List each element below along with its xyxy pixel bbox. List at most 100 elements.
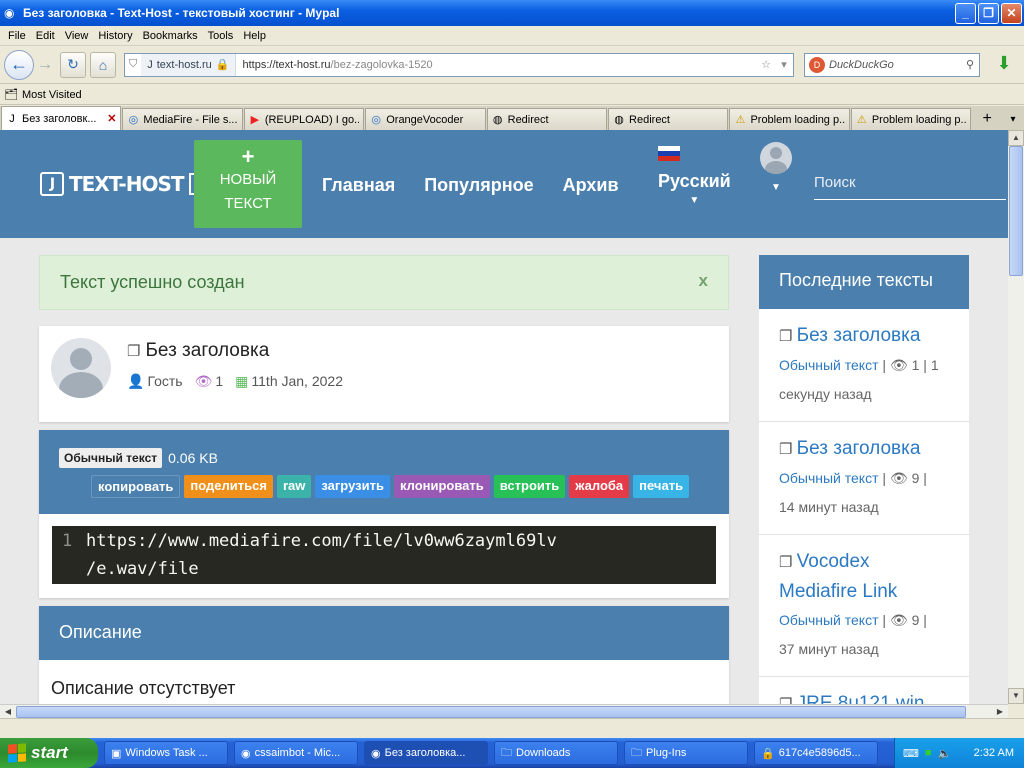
close-button[interactable]: ✕	[1001, 2, 1022, 24]
new-tab-button[interactable]: +	[976, 108, 998, 130]
nav-popular-link[interactable]: Популярное	[424, 175, 533, 196]
clone-button[interactable]: клонировать	[393, 475, 490, 498]
chevron-down-icon: ▼	[771, 182, 781, 193]
navigation-toolbar: ← → ↻ ⌂ ⛉ J text-host.ru 🔒 https://text-…	[0, 46, 1024, 84]
shield-icon[interactable]: ⛉	[125, 58, 141, 71]
duckduckgo-icon[interactable]: D	[809, 56, 825, 73]
share-button[interactable]: поделиться	[184, 475, 273, 498]
recent-paste-item: ❐ Vocodex Mediafire Link Обычный текст |…	[759, 535, 969, 677]
recent-paste-item: ❐ Без заголовка Обычный текст | 👁 1 | 1 …	[759, 309, 969, 422]
recent-paste-type[interactable]: Обычный текст	[779, 357, 879, 373]
copy-button[interactable]: копировать	[91, 475, 181, 498]
home-button[interactable]: ⌂	[90, 51, 116, 78]
recent-paste-title[interactable]: ❐ Vocodex Mediafire Link	[779, 547, 949, 606]
paste-date: ▦ 11th Jan, 2022	[235, 373, 343, 389]
taskbar-item-downloads[interactable]: 🗀 Downloads	[494, 741, 618, 765]
tab-problem-2[interactable]: ⚠ Problem loading p...	[850, 108, 972, 130]
recent-paste-ago: 14 минут назад	[779, 499, 879, 515]
scroll-right-icon[interactable]: ▶	[992, 705, 1008, 719]
tab-youtube[interactable]: ▶ (REUPLOAD) I go...	[243, 108, 365, 130]
tab-orangevocoder[interactable]: ◎ OrangeVocoder	[365, 108, 486, 130]
recent-paste-title[interactable]: ❐ Без заголовка	[779, 321, 949, 351]
vertical-scrollbar[interactable]: ▲ ▼	[1008, 130, 1024, 704]
site-favicon-icon: J	[147, 58, 153, 71]
keyboard-icon[interactable]: ⌨	[903, 747, 919, 760]
taskbar-item-browser[interactable]: ◉ Без заголовка...	[364, 741, 488, 765]
search-icon[interactable]: ⚲	[966, 58, 974, 71]
search-engine-placeholder: DuckDuckGo	[829, 58, 894, 71]
back-button[interactable]: ←	[4, 49, 34, 80]
scroll-left-icon[interactable]: ◀	[0, 705, 16, 719]
download-icon[interactable]: ⬇	[992, 53, 1016, 77]
recent-pastes-sidebar: Последние тексты ❐ Без заголовка Обычный…	[759, 255, 969, 704]
site-identity[interactable]: J text-host.ru 🔒	[141, 53, 237, 76]
tab-redirect-2[interactable]: ◍ Redirect	[608, 108, 729, 130]
menu-file[interactable]: File	[3, 30, 31, 42]
taskbar-item-file[interactable]: 🔒 617c4e5896d5...	[754, 741, 878, 765]
start-button[interactable]: start	[0, 738, 98, 768]
tab-current[interactable]: J Без заголовк... ✕	[1, 106, 122, 130]
bookmark-star-icon[interactable]: ☆	[757, 58, 775, 71]
user-menu[interactable]: ▼	[760, 142, 792, 193]
recent-paste-type[interactable]: Обычный текст	[779, 470, 879, 486]
eye-icon: 👁	[889, 470, 908, 486]
recent-paste-ago: 37 минут назад	[779, 641, 879, 657]
nav-archive-link[interactable]: Архив	[563, 175, 619, 196]
alert-message: Текст успешно создан	[60, 272, 245, 292]
recent-paste-title[interactable]: ❐ Без заголовка	[779, 434, 949, 464]
search-bar[interactable]: D DuckDuckGo ⚲	[804, 52, 980, 77]
reload-button[interactable]: ↻	[60, 51, 86, 78]
taskbar-item-task-manager[interactable]: ▣ Windows Task ...	[104, 741, 228, 765]
menu-history[interactable]: History	[93, 30, 137, 42]
new-text-button[interactable]: + НОВЫЙ ТЕКСТ	[194, 140, 302, 228]
menu-bookmarks[interactable]: Bookmarks	[138, 30, 203, 42]
embed-button[interactable]: встроить	[493, 475, 566, 498]
report-button[interactable]: жалоба	[569, 475, 630, 498]
code-block[interactable]: 1 https://www.mediafire.com/file/lv0ww6z…	[52, 526, 716, 584]
scroll-down-icon[interactable]: ▼	[1008, 688, 1024, 704]
user-icon: 👤	[127, 373, 145, 389]
tab-close-icon[interactable]: ✕	[107, 112, 116, 125]
print-button[interactable]: печать	[633, 475, 690, 498]
url-bar[interactable]: ⛉ J text-host.ru 🔒 https://text-host.ru/…	[124, 52, 794, 77]
menu-edit[interactable]: Edit	[31, 30, 60, 42]
minimize-button[interactable]: _	[955, 2, 976, 24]
download-button[interactable]: загрузить	[315, 475, 390, 498]
menu-view[interactable]: View	[60, 30, 94, 42]
scroll-up-icon[interactable]: ▲	[1008, 130, 1024, 146]
globe-icon: ◍	[492, 113, 503, 126]
recent-paste-ago: секунду назад	[779, 386, 872, 402]
taskbar-item-cssaimbot[interactable]: ◉ cssaimbot - Mic...	[234, 741, 358, 765]
paste-views: 👁 1	[194, 373, 224, 389]
forward-button[interactable]: →	[34, 51, 56, 79]
speaker-icon[interactable]: 🔈	[938, 747, 952, 760]
raw-button[interactable]: raw	[276, 475, 312, 498]
eye-icon: 👁	[889, 357, 908, 373]
scroll-thumb[interactable]	[16, 706, 966, 718]
horizontal-scrollbar[interactable]: ◀ ▶	[0, 704, 1008, 718]
tab-problem-1[interactable]: ⚠ Problem loading p...	[729, 108, 850, 130]
folder-icon: 🗀	[631, 746, 642, 759]
tab-list-dropdown[interactable]: ▾	[1002, 108, 1024, 130]
site-search-input[interactable]: Поиск	[814, 174, 1006, 200]
taskbar-item-plugins[interactable]: 🗀 Plug-Ins	[624, 741, 748, 765]
paste-info-card: ❐ Без заголовка 👤 Гость 👁 1 ▦ 11th Jan, 202…	[39, 326, 729, 422]
restore-button[interactable]: ❐	[978, 2, 999, 24]
recent-paste-title[interactable]: ❐ JRE 8u121 win	[779, 689, 949, 704]
url-text[interactable]: https://text-host.ru/bez-zagolovka-1520	[236, 59, 757, 71]
window-title: Без заголовка - Text-Host - текстовый хо…	[23, 6, 340, 20]
logo-mark-icon: J	[40, 172, 64, 196]
tray-app-icon[interactable]: ■	[925, 747, 932, 759]
paste-author[interactable]: 👤 Гость	[127, 373, 183, 390]
tab-redirect-1[interactable]: ◍ Redirect	[486, 108, 608, 130]
most-visited-link[interactable]: Most Visited	[22, 89, 82, 101]
language-dropdown[interactable]: Русский ▼	[658, 146, 731, 206]
alert-close-button[interactable]: x	[699, 271, 708, 291]
url-dropdown-icon[interactable]: ▾	[775, 58, 793, 71]
menu-tools[interactable]: Tools	[203, 30, 239, 42]
tab-mediafire[interactable]: ◎ MediaFire - File s...	[122, 108, 243, 130]
menu-help[interactable]: Help	[238, 30, 271, 42]
scroll-thumb[interactable]	[1009, 146, 1023, 276]
recent-paste-type[interactable]: Обычный текст	[779, 612, 879, 628]
nav-home-link[interactable]: Главная	[322, 175, 395, 196]
